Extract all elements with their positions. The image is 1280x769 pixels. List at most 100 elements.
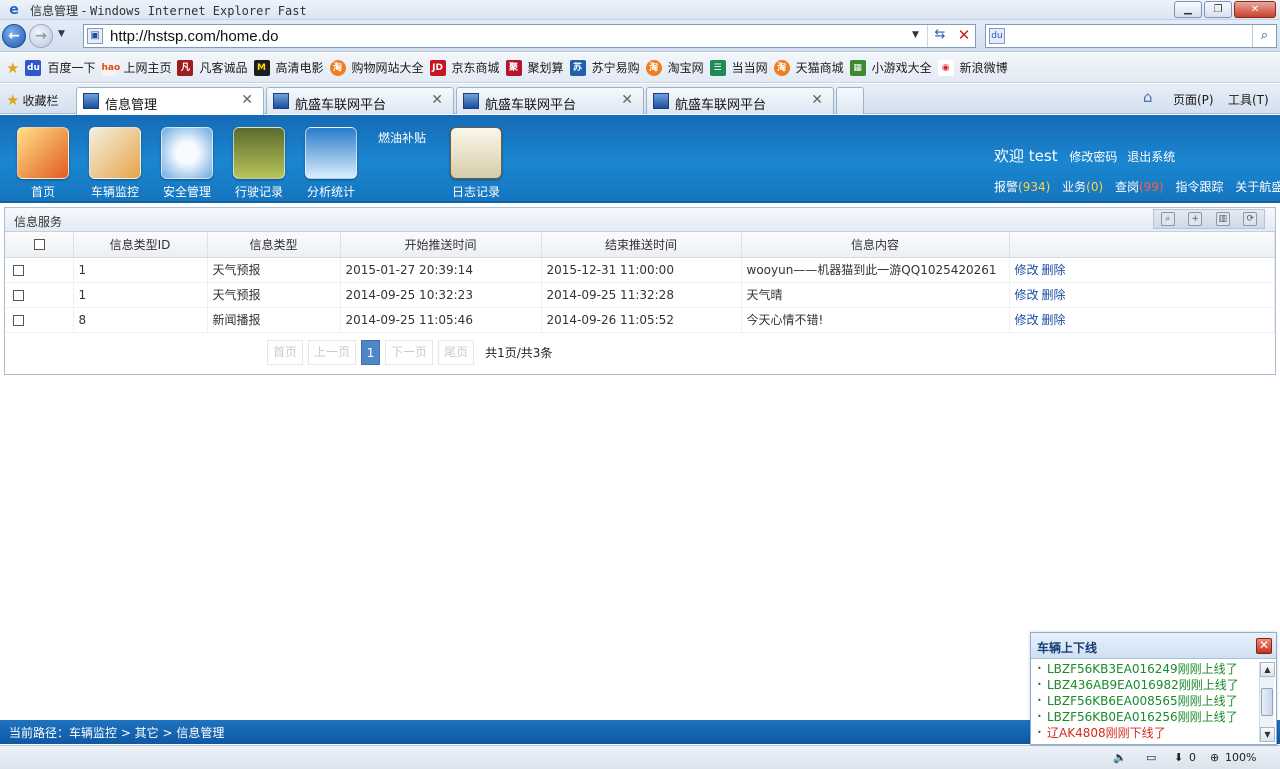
current-page-button[interactable]: 1 [361, 340, 381, 365]
pagination: 首页 上一页 1 下一页 尾页 共1页/共3条 [267, 340, 552, 365]
fav-baidu[interactable]: du 百度一下 [25, 59, 95, 76]
panel-header: 信息服务 ⌕ + ▥ ⟳ [5, 208, 1275, 232]
compat-view-icon[interactable]: ▭ [1146, 751, 1156, 764]
fav-dangdang[interactable]: ☰ 当当网 [709, 59, 768, 76]
fav-weibo[interactable]: ◉ 新浪微博 [937, 59, 1008, 76]
check-post-link[interactable]: 查岗(99) [1115, 180, 1164, 194]
search-icon[interactable]: ⌕ [1160, 212, 1175, 226]
scroll-up-icon[interactable]: ▲ [1260, 662, 1275, 677]
tab-platform-1[interactable]: 航盛车联网平台 ✕ [266, 87, 454, 114]
popup-close-icon[interactable]: ✕ [1256, 638, 1272, 654]
fav-tmall[interactable]: 淘天猫商城 [773, 59, 844, 76]
last-page-button[interactable]: 尾页 [438, 340, 475, 365]
tab-close-icon[interactable]: ✕ [621, 92, 633, 108]
change-password-link[interactable]: 修改密码 [1069, 150, 1117, 164]
history-dropdown-icon[interactable]: ▼ [58, 29, 65, 39]
fav-jd[interactable]: JD 京东商城 [429, 59, 500, 76]
minimize-button[interactable]: ▁ [1174, 1, 1202, 18]
sound-icon[interactable]: 🔈 [1113, 751, 1127, 764]
address-separator [927, 25, 928, 47]
cell-type: 新闻播报 [207, 307, 341, 333]
add-favorite-icon[interactable]: ★ [6, 59, 19, 77]
tab-platform-3[interactable]: 航盛车联网平台 ✕ [646, 87, 834, 114]
baidu-search-icon: du [989, 28, 1005, 44]
prev-page-button[interactable]: 上一页 [308, 340, 357, 365]
fav-games[interactable]: ▦ 小游戏大全 [849, 59, 932, 76]
delete-link[interactable]: 删除 [1042, 288, 1066, 302]
tab-close-icon[interactable]: ✕ [811, 92, 823, 108]
scroll-thumb[interactable] [1261, 688, 1273, 716]
nav-log[interactable]: 日志记录 [446, 127, 506, 200]
tmall-icon: 淘 [773, 59, 790, 76]
zoom-icon[interactable]: ⊕ [1210, 751, 1219, 764]
back-button[interactable]: ← [2, 24, 26, 48]
command-trace-link[interactable]: 指令跟踪 [1175, 180, 1223, 194]
zoom-level[interactable]: 100% [1225, 751, 1256, 764]
row-checkbox[interactable] [13, 289, 24, 301]
add-icon[interactable]: + [1188, 212, 1203, 226]
address-url[interactable]: http://hstsp.com/home.do [110, 28, 278, 45]
notepad-icon [450, 127, 502, 179]
tab-label: 信息管理 [105, 98, 158, 113]
address-dropdown-icon[interactable]: ▼ [912, 30, 919, 40]
fav-movie[interactable]: M 高清电影 [253, 59, 324, 76]
delete-link[interactable]: 删除 [1042, 263, 1066, 277]
line-chart-icon [305, 127, 357, 179]
cell-type-id: 8 [73, 307, 208, 333]
about-link[interactable]: 关于航盛 [1235, 180, 1280, 194]
fav-hao[interactable]: hao 上网主页 [101, 59, 171, 76]
nav-analytics[interactable]: 分析统计 [301, 127, 361, 200]
tab-close-icon[interactable]: ✕ [241, 92, 253, 108]
page-menu[interactable]: 页面(P) [1173, 91, 1214, 108]
first-page-button[interactable]: 首页 [267, 340, 304, 365]
address-bar-row: ← → ▼ ▣ http://hstsp.com/home.do ▼ ⇆ ✕ d… [0, 20, 1280, 52]
row-checkbox[interactable] [13, 314, 24, 326]
fav-shopping[interactable]: 淘购物网站大全 [329, 59, 424, 76]
new-tab-button[interactable] [836, 87, 864, 114]
tools-menu[interactable]: 工具(T) [1228, 91, 1269, 108]
fav-juhuasuan[interactable]: 聚聚划算 [505, 59, 564, 76]
stop-icon[interactable]: ✕ [954, 26, 974, 44]
tab-info-management[interactable]: 信息管理 ✕ [76, 87, 264, 115]
table-row: 1 天气预报 2015-01-27 20:39:14 2015-12-31 11… [5, 257, 1275, 283]
fav-label: 聚划算 [527, 61, 564, 75]
nav-driving-record[interactable]: 行驶记录 [229, 127, 289, 200]
favorites-center-button[interactable]: ★ 收藏栏 [6, 91, 58, 109]
fav-suning[interactable]: 苏苏宁易购 [569, 59, 640, 76]
edit-link[interactable]: 修改 [1015, 313, 1039, 327]
window-title-prefix: 信息管理 - [30, 4, 90, 18]
table-header-row: 信息类型ID 信息类型 开始推送时间 结束推送时间 信息内容 [5, 232, 1275, 258]
alarm-link[interactable]: 报警(934) [994, 180, 1050, 194]
refresh-icon[interactable]: ⟳ [1243, 212, 1258, 226]
edit-link[interactable]: 修改 [1015, 263, 1039, 277]
refresh-icon[interactable]: ⇆ [930, 27, 950, 45]
business-count: (0) [1086, 180, 1104, 194]
row-checkbox[interactable] [13, 264, 24, 276]
fav-taobao[interactable]: 淘淘宝网 [645, 59, 704, 76]
next-page-button[interactable]: 下一页 [385, 340, 434, 365]
search-icon[interactable]: ⌕ [1252, 25, 1276, 47]
logout-link[interactable]: 退出系统 [1127, 150, 1175, 164]
home-icon[interactable]: ⌂ [1143, 88, 1161, 106]
delete-icon[interactable]: ▥ [1215, 212, 1230, 226]
fav-vancl[interactable]: 凡凡客诚品 [177, 59, 248, 76]
tab-close-icon[interactable]: ✕ [431, 92, 443, 108]
close-window-button[interactable]: ✕ [1234, 1, 1276, 18]
search-input[interactable]: du ⌕ [985, 24, 1277, 48]
nav-vehicle-monitor[interactable]: 车辆监控 [85, 127, 145, 200]
edit-link[interactable]: 修改 [1015, 288, 1039, 302]
select-all-checkbox[interactable] [34, 239, 45, 251]
scroll-down-icon[interactable]: ▼ [1260, 727, 1275, 742]
business-link[interactable]: 业务(0) [1062, 180, 1103, 194]
forward-button[interactable]: → [29, 24, 53, 48]
restore-button[interactable]: ❐ [1204, 1, 1232, 18]
nav-safety[interactable]: 安全管理 [157, 127, 217, 200]
address-input[interactable]: ▣ http://hstsp.com/home.do ▼ ⇆ ✕ [83, 24, 976, 48]
delete-link[interactable]: 删除 [1042, 313, 1066, 327]
tab-platform-2[interactable]: 航盛车联网平台 ✕ [456, 87, 644, 114]
nav-home[interactable]: 首页 [13, 127, 73, 200]
nav-fuel-subsidy[interactable]: 燃油补贴 [378, 129, 426, 146]
popup-scrollbar[interactable]: ▲ ▼ [1259, 662, 1275, 742]
downloads-icon[interactable]: ⬇ [1174, 751, 1183, 764]
check-count: (99) [1138, 180, 1164, 194]
